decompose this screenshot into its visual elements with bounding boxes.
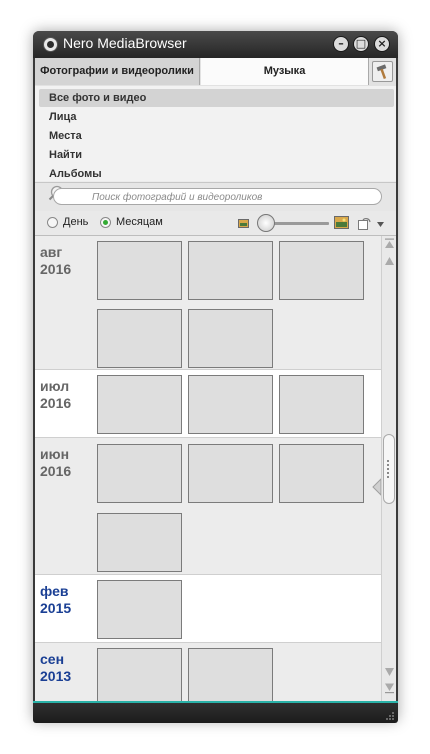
media-thumbnail[interactable] — [97, 241, 182, 300]
rotate-view-icon[interactable] — [358, 217, 371, 230]
day-radio[interactable] — [47, 217, 58, 228]
scrollbar-thumb[interactable] — [383, 434, 395, 504]
app-icon — [43, 37, 58, 52]
media-thumbnail[interactable] — [97, 309, 182, 368]
group-date-label: сен 2013 — [40, 651, 71, 685]
month-group: фев 2015 — [35, 575, 381, 643]
day-label: День — [63, 216, 89, 228]
panel-collapse-handle[interactable] — [371, 477, 381, 497]
month-group: июн 2016 — [35, 438, 381, 575]
group-date-label: июн 2016 — [40, 446, 71, 480]
group-year: 2016 — [40, 463, 72, 479]
media-thumbnail[interactable] — [279, 241, 364, 300]
month-label: Месяцам — [116, 216, 163, 228]
close-button[interactable]: × — [374, 36, 390, 52]
group-date-label: фев 2015 — [40, 583, 71, 617]
scroll-top-icon[interactable] — [384, 238, 395, 249]
resize-grip-icon[interactable] — [385, 711, 395, 721]
month-group: авг 2016 — [35, 236, 381, 370]
group-month: фев — [40, 583, 69, 599]
media-thumbnail[interactable] — [188, 309, 273, 368]
category-list: Все фото и видео Лица Места Найти Альбом… — [35, 86, 396, 181]
scroll-grip-icon — [387, 460, 393, 478]
media-thumbnail[interactable] — [188, 375, 273, 434]
tool-hammer-icon — [376, 64, 387, 80]
dropdown-arrow-icon[interactable] — [377, 222, 384, 227]
title-bar[interactable]: Nero MediaBrowser – □ × — [33, 31, 398, 58]
group-year: 2016 — [40, 261, 72, 277]
large-thumbnail-icon — [334, 216, 349, 229]
media-thumbnail[interactable] — [188, 648, 273, 701]
media-thumbnail[interactable] — [279, 444, 364, 503]
maximize-icon: □ — [355, 37, 367, 50]
scroll-up-icon[interactable] — [384, 255, 395, 266]
main-content: Фотографии и видеоролики Музыка Все фото… — [35, 58, 396, 701]
media-thumbnail[interactable] — [188, 241, 273, 300]
window-title: Nero MediaBrowser — [63, 35, 187, 51]
status-bar — [33, 701, 398, 723]
group-month: июл — [40, 378, 70, 394]
vertical-scrollbar[interactable] — [381, 236, 396, 701]
small-thumbnail-icon — [238, 219, 249, 228]
media-grid: авг 2016 июл 2016 июн 2016 фев 2015 сен … — [35, 236, 381, 701]
media-thumbnail[interactable] — [279, 375, 364, 434]
search-field[interactable] — [53, 188, 392, 205]
media-thumbnail[interactable] — [188, 444, 273, 503]
zoom-slider-handle[interactable] — [257, 214, 275, 232]
minimize-icon: – — [338, 37, 344, 50]
group-year: 2016 — [40, 395, 72, 411]
media-thumbnail[interactable] — [97, 513, 182, 572]
tools-button[interactable] — [372, 61, 393, 82]
nav-find[interactable]: Найти — [39, 146, 394, 164]
month-radio[interactable] — [100, 217, 111, 228]
media-thumbnail[interactable] — [97, 648, 182, 701]
group-date-label: июл 2016 — [40, 378, 71, 412]
tab-photos-videos[interactable]: Фотографии и видеоролики — [35, 58, 200, 85]
media-thumbnail[interactable] — [97, 580, 182, 639]
group-month: сен — [40, 651, 65, 667]
month-group: июл 2016 — [35, 370, 381, 438]
group-month: июн — [40, 446, 70, 462]
group-date-label: авг 2016 — [40, 244, 71, 278]
nav-faces[interactable]: Лица — [39, 108, 394, 126]
search-bar — [35, 182, 396, 212]
nav-all-photos-videos[interactable]: Все фото и видео — [39, 89, 394, 107]
nav-places[interactable]: Места — [39, 127, 394, 145]
view-options: День Месяцам — [35, 211, 396, 236]
search-input[interactable] — [92, 190, 392, 205]
maximize-button[interactable]: □ — [353, 36, 369, 52]
media-browser-window: Nero MediaBrowser – □ × Фотографии и вид… — [33, 31, 398, 723]
month-group: сен 2013 — [35, 643, 381, 701]
media-thumbnail[interactable] — [97, 375, 182, 434]
nav-albums[interactable]: Альбомы — [39, 165, 394, 183]
tab-music[interactable]: Музыка — [201, 58, 369, 85]
scroll-down-icon[interactable] — [384, 667, 395, 678]
close-icon: × — [377, 37, 387, 50]
media-thumbnail[interactable] — [97, 444, 182, 503]
group-month: авг — [40, 244, 63, 260]
scroll-bottom-icon[interactable] — [384, 683, 395, 694]
group-year: 2013 — [40, 668, 72, 684]
group-year: 2015 — [40, 600, 72, 616]
minimize-button[interactable]: – — [333, 36, 349, 52]
tab-bar: Фотографии и видеоролики Музыка — [35, 58, 396, 87]
